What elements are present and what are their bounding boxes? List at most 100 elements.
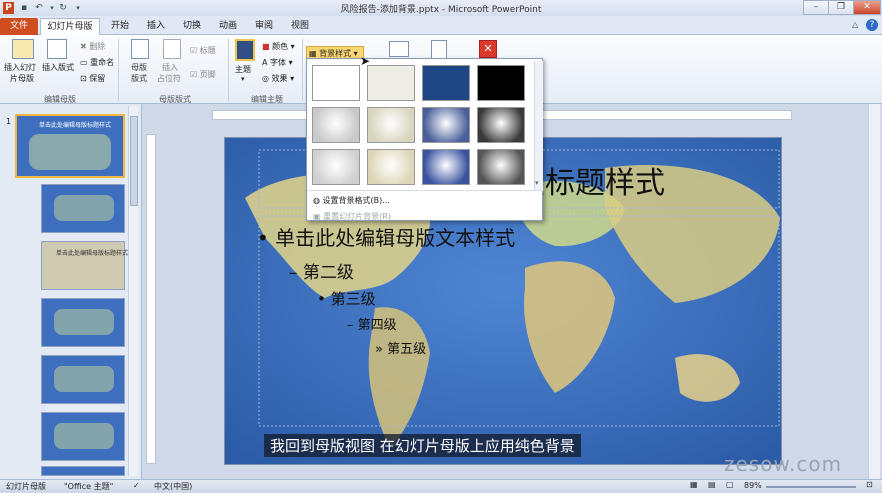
background-style-swatch[interactable]: [367, 149, 415, 185]
tab-review[interactable]: 审阅: [248, 18, 280, 35]
body-level-2[interactable]: – 第二级: [289, 258, 354, 283]
body-level-1[interactable]: • 单击此处编辑母版文本样式: [257, 222, 515, 251]
background-style-swatch[interactable]: [312, 65, 360, 101]
status-bar: 幻灯片母版 "Office 主题" ✓ 中文(中国) ▦ ▤ ▢ 89% ⊡: [0, 479, 882, 493]
powerpoint-window: P ▪ ↶ ▾ ↻ ▾ 风险报告-添加背景.pptx - Microsoft P…: [0, 0, 882, 493]
insert-slide-master-icon: [12, 39, 34, 59]
checkbox-icon: ☑: [190, 70, 200, 79]
master-slide-thumbnail[interactable]: 单击此处编辑母版标题样式: [15, 114, 125, 178]
scrollbar-thumb[interactable]: [130, 116, 138, 206]
footer-checkbox[interactable]: ☑ 页脚: [190, 69, 216, 80]
mouse-cursor-icon: ➤: [360, 54, 371, 68]
reading-view-icon[interactable]: ▢: [726, 480, 734, 489]
body-level-3[interactable]: • 第三级: [317, 288, 376, 309]
restore-icon[interactable]: ❐: [828, 0, 854, 15]
background-style-swatch[interactable]: [477, 149, 525, 185]
tab-home[interactable]: 开始: [104, 18, 136, 35]
master-layout-icon: [131, 39, 149, 59]
vertical-ruler: [146, 134, 156, 464]
scroll-down-icon[interactable]: ▾: [535, 179, 539, 187]
sorter-view-icon[interactable]: ▤: [708, 480, 716, 489]
master-layout-button[interactable]: 母版 版式: [131, 62, 147, 84]
themes-button[interactable]: 主题 ▾: [235, 64, 251, 83]
layout-thumbnail[interactable]: 单击此处编辑母版标题样式: [41, 241, 129, 290]
themes-icon: [235, 39, 255, 61]
background-style-swatch[interactable]: [367, 65, 415, 101]
insert-layout-button[interactable]: 插入版式: [42, 62, 74, 73]
zoom-slider[interactable]: [766, 486, 856, 488]
background-style-swatch[interactable]: [477, 107, 525, 143]
layout-thumbnail[interactable]: [41, 298, 125, 347]
background-style-swatch[interactable]: [312, 149, 360, 185]
background-style-swatch[interactable]: [312, 107, 360, 143]
thumbnail-list: 1 单击此处编辑母版标题样式 单击此处编辑母版标题样式: [3, 108, 135, 476]
menu-divider: [307, 190, 542, 191]
minimize-ribbon-icon[interactable]: △: [852, 20, 858, 29]
layout-thumbnail[interactable]: [41, 184, 125, 233]
page-setup-icon[interactable]: [431, 40, 447, 60]
status-language: 中文(中国): [154, 482, 193, 491]
dash-bullet-icon: –: [347, 318, 358, 333]
body-level-5[interactable]: » 第五级: [375, 338, 426, 357]
dash-bullet-icon: –: [289, 263, 303, 283]
insert-slide-master-button[interactable]: 插入幻灯 片母版: [4, 62, 36, 84]
tab-animations[interactable]: 动画: [212, 18, 244, 35]
fit-slide-icon[interactable]: ⊡: [866, 480, 873, 489]
thumbnail-scrollbar[interactable]: [128, 106, 138, 476]
delete-icon: ✖: [80, 42, 90, 51]
slide-thumbnail-pane: 1 单击此处编辑母版标题样式 单击此处编辑母版标题样式: [0, 104, 142, 479]
title-checkbox[interactable]: ☑ 标题: [190, 45, 216, 56]
insert-placeholder-button[interactable]: 插入 占位符: [157, 62, 181, 84]
background-styles-icon: ▦: [309, 49, 317, 58]
colors-button[interactable]: ■ 颜色 ▾: [262, 41, 295, 52]
tab-file[interactable]: 文件: [0, 18, 38, 35]
layout-thumbnail[interactable]: [41, 355, 125, 404]
format-background-menu-item[interactable]: ◍ 设置背景格式(B)...: [313, 195, 390, 206]
background-style-swatch[interactable]: [477, 65, 525, 101]
effects-icon: ◎: [262, 74, 269, 83]
ribbon-tabs: 文件 幻灯片母版 开始 插入 切换 动画 审阅 视图 △ ?: [0, 16, 882, 35]
background-style-swatch[interactable]: [422, 107, 470, 143]
minimize-icon[interactable]: –: [803, 0, 829, 15]
map-image: [54, 423, 114, 449]
thumbnail-title: 单击此处编辑母版标题样式: [56, 250, 129, 257]
vertical-scrollbar[interactable]: [868, 104, 880, 479]
tab-view[interactable]: 视图: [284, 18, 316, 35]
background-style-swatch[interactable]: [422, 149, 470, 185]
map-image: [29, 134, 111, 170]
chevron-bullet-icon: »: [375, 342, 388, 357]
gallery-scrollbar[interactable]: ▾: [534, 61, 543, 191]
rename-button[interactable]: ▭ 重命名: [80, 57, 114, 68]
spellcheck-icon[interactable]: ✓: [133, 481, 140, 490]
tab-slide-master[interactable]: 幻灯片母版: [40, 18, 100, 35]
delete-button[interactable]: ✖ 删除: [80, 41, 105, 52]
body-level-4[interactable]: – 第四级: [347, 314, 397, 333]
title-bar: P ▪ ↶ ▾ ↻ ▾ 风险报告-添加背景.pptx - Microsoft P…: [0, 0, 882, 16]
background-style-swatch[interactable]: [367, 107, 415, 143]
background-styles-gallery: ▾ ◍ 设置背景格式(B)... ▣ 重置幻灯片背景(R): [306, 58, 543, 221]
fonts-button[interactable]: A 字体 ▾: [262, 57, 293, 68]
slide-size-icon[interactable]: [389, 41, 409, 57]
tab-insert[interactable]: 插入: [140, 18, 172, 35]
preserve-button[interactable]: ⊡ 保留: [80, 73, 105, 84]
status-view: 幻灯片母版: [6, 482, 46, 491]
reset-background-icon: ▣: [313, 212, 324, 221]
layout-thumbnail[interactable]: [41, 412, 125, 461]
colors-icon: ■: [262, 42, 270, 51]
layout-thumbnail[interactable]: [41, 466, 125, 476]
checkbox-icon: ☑: [190, 46, 200, 55]
zoom-level[interactable]: 89%: [744, 481, 762, 490]
bullet-icon: •: [317, 290, 331, 308]
format-background-icon: ◍: [313, 196, 323, 205]
tab-transitions[interactable]: 切换: [176, 18, 208, 35]
close-icon[interactable]: ✕: [853, 0, 881, 15]
close-master-view-icon[interactable]: ✕: [479, 40, 497, 58]
map-image: [54, 195, 114, 221]
background-style-swatch[interactable]: [422, 65, 470, 101]
insert-layout-icon: [47, 39, 67, 59]
normal-view-icon[interactable]: ▦: [690, 480, 698, 489]
reset-background-menu-item[interactable]: ▣ 重置幻灯片背景(R): [313, 211, 391, 222]
effects-button[interactable]: ◎ 效果 ▾: [262, 73, 294, 84]
help-icon[interactable]: ?: [866, 19, 878, 31]
slide-number: 1: [6, 117, 12, 126]
